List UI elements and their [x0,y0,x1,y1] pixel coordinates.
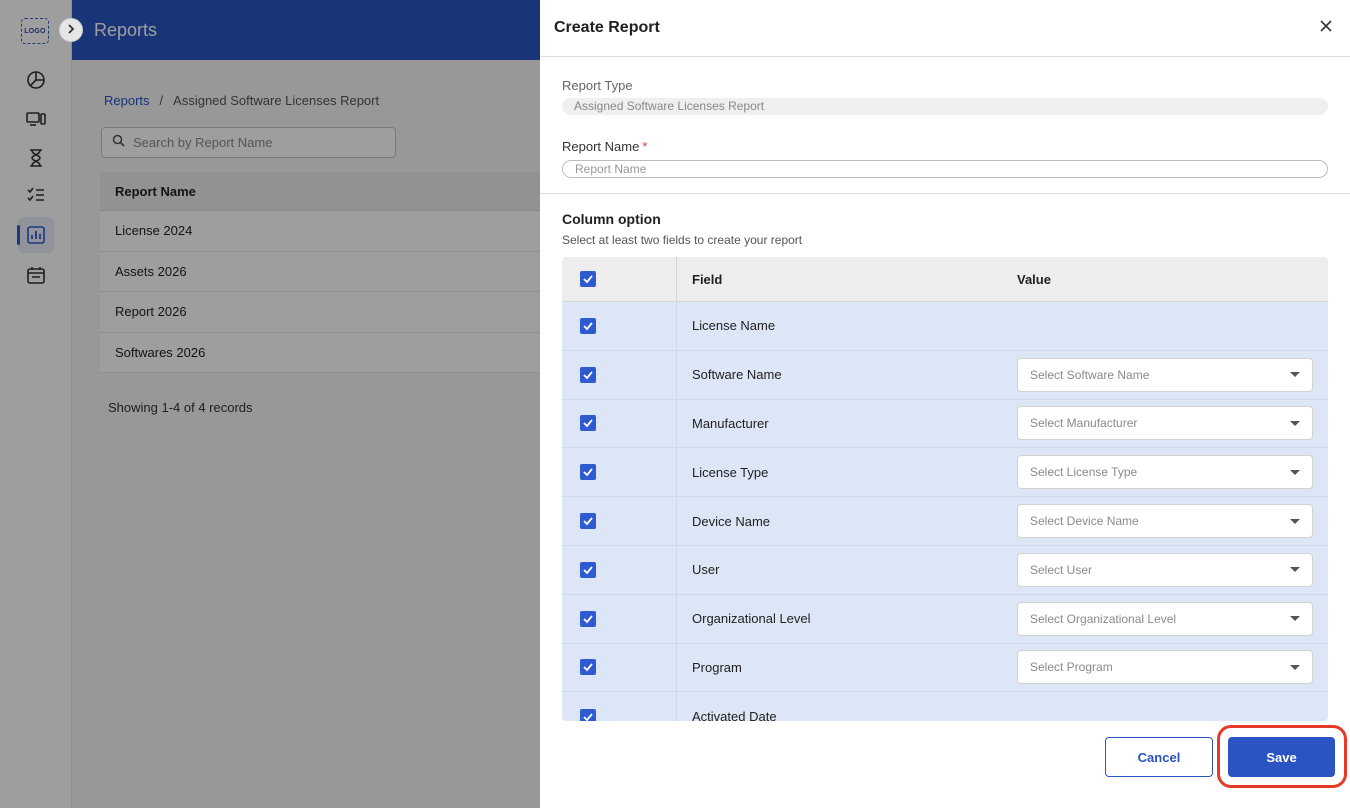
field-name: Software Name [692,367,782,383]
value-cell: Select License Type [1017,455,1328,490]
caret-down-icon [1290,567,1300,573]
select-all-checkbox[interactable] [580,271,596,287]
value-select[interactable]: Select License Type [1017,455,1313,490]
select-placeholder: Select Organizational Level [1030,611,1177,626]
select-placeholder: Select Software Name [1030,367,1150,382]
value-select[interactable]: Select Organizational Level [1017,601,1313,636]
column-option-row: User Select User [562,545,1328,595]
select-placeholder: Select Manufacturer [1030,416,1138,431]
column-options-header: Field Value [562,257,1328,302]
value-cell: Select Device Name [1017,504,1328,539]
close-button[interactable] [1316,18,1336,38]
select-placeholder: Select Program [1030,660,1113,675]
select-placeholder: Select Device Name [1030,514,1139,529]
report-name-input[interactable] [562,160,1328,178]
expand-sidebar-button[interactable] [59,18,83,42]
close-icon [1320,19,1332,37]
caret-down-icon [1290,420,1300,426]
report-type-field: Assigned Software Licenses Report [562,98,1328,115]
report-name-label: Report Name * [562,139,647,154]
field-name: Manufacturer [692,415,769,431]
field-name: User [692,562,720,578]
field-name: License Type [692,464,769,480]
column-option-row: Device Name Select Device Name [562,497,1328,546]
field-name: Organizational Level [692,611,811,627]
check-icon [583,322,593,331]
column-option-subtitle: Select at least two fields to create you… [562,233,803,247]
column-option-row: Activated Date [562,692,1328,721]
row-checkbox-cell [562,448,677,497]
caret-down-icon [1290,664,1300,670]
value-select[interactable]: Select User [1017,552,1313,587]
check-icon [583,517,593,526]
column-option-row: Software Name Select Software Name [562,350,1328,400]
field-name: Program [692,659,742,675]
caret-down-icon [1290,518,1300,524]
cancel-button[interactable]: Cancel [1105,737,1213,777]
field-checkbox[interactable] [580,513,596,530]
row-checkbox-cell [562,692,677,721]
column-option-row: Program Select Program [562,643,1328,693]
check-icon [583,371,593,380]
row-checkbox-cell [562,302,677,350]
report-name-label-text: Report Name [562,139,640,154]
check-icon [583,468,593,477]
select-placeholder: Select User [1030,562,1093,577]
value-cell: Select Program [1017,650,1328,685]
field-checkbox[interactable] [580,415,596,432]
value-cell: Select Manufacturer [1017,406,1328,441]
check-icon [583,275,593,284]
field-column-header: Field [692,271,723,287]
required-marker: * [642,139,648,154]
field-checkbox[interactable] [580,464,596,481]
row-checkbox-cell [562,545,677,594]
field-checkbox[interactable] [580,708,596,721]
field-checkbox[interactable] [580,366,596,383]
value-cell: Select Software Name [1017,357,1328,392]
field-checkbox[interactable] [580,317,596,334]
caret-down-icon [1290,469,1300,475]
field-checkbox[interactable] [580,561,596,578]
field-name: Device Name [692,513,771,529]
field-checkbox[interactable] [580,659,596,676]
row-checkbox-cell [562,643,677,692]
value-select[interactable]: Select Device Name [1017,504,1313,539]
value-cell: Select User [1017,552,1328,587]
column-options-table: Field Value License Name Software Name Sel… [562,257,1328,721]
value-column-header: Value [1017,271,1051,287]
caret-down-icon [1290,372,1300,378]
check-icon [583,566,593,575]
drawer-title: Create Report [554,19,660,36]
value-select[interactable]: Select Program [1017,650,1313,685]
save-button[interactable]: Save [1228,737,1335,777]
row-checkbox-cell [562,350,677,399]
column-option-row: Organizational Level Select Organizationa… [562,594,1328,644]
column-option-row: License Name [562,302,1328,351]
select-all-cell [562,257,677,301]
chevron-right-icon [66,21,76,39]
column-option-title: Column option [562,211,661,227]
row-checkbox-cell [562,594,677,643]
check-icon [583,419,593,428]
check-icon [583,713,593,721]
value-cell: Select Organizational Level [1017,601,1328,636]
drawer-header: Create Report [540,0,1350,57]
check-icon [583,615,593,624]
row-checkbox-cell [562,497,677,545]
field-name: License Name [692,318,776,334]
create-report-drawer: Create Report Report Type Assigned Softw… [540,0,1350,808]
select-placeholder: Select License Type [1030,465,1138,480]
row-checkbox-cell [562,399,677,448]
column-option-row: License Type Select License Type [562,448,1328,498]
value-select[interactable]: Select Software Name [1017,357,1313,392]
value-select[interactable]: Select Manufacturer [1017,406,1313,441]
field-name: Activated Date [692,709,777,721]
check-icon [583,663,593,672]
field-checkbox[interactable] [580,610,596,627]
report-type-label: Report Type [562,78,633,93]
column-option-row: Manufacturer Select Manufacturer [562,399,1328,449]
divider [540,193,1350,194]
caret-down-icon [1290,616,1300,622]
